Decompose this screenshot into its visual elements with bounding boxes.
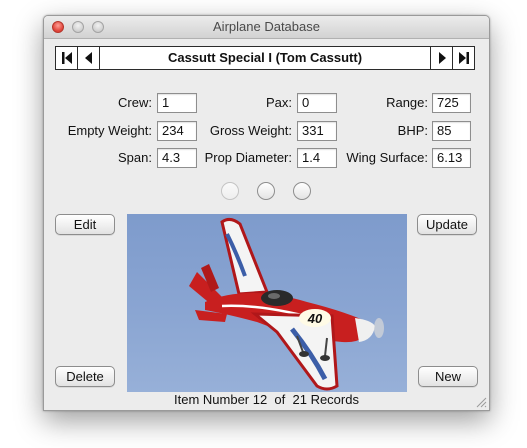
- gross-weight-label: Gross Weight:: [209, 123, 292, 138]
- resize-grip-icon[interactable]: [476, 397, 487, 408]
- gross-weight-field[interactable]: 331: [297, 121, 337, 141]
- edit-button[interactable]: Edit: [55, 214, 115, 235]
- radio-button-3[interactable]: [293, 182, 311, 200]
- prop-diameter-field[interactable]: 1.4: [297, 148, 337, 168]
- last-record-button[interactable]: [452, 47, 474, 69]
- first-record-button[interactable]: [56, 47, 78, 69]
- next-record-button[interactable]: [430, 47, 452, 69]
- bhp-field[interactable]: 85: [432, 121, 471, 141]
- empty-weight-field[interactable]: 234: [157, 121, 197, 141]
- play-left-icon: [84, 52, 92, 64]
- bhp-label: BHP:: [397, 123, 428, 138]
- title-bar[interactable]: Airplane Database: [44, 16, 489, 39]
- airplane-photo: 40: [127, 214, 407, 392]
- delete-button[interactable]: Delete: [55, 366, 115, 387]
- radio-button-2[interactable]: [257, 182, 275, 200]
- wing-surface-label: Wing Surface:: [346, 150, 428, 165]
- range-label: Range:: [386, 95, 428, 110]
- pax-field[interactable]: 0: [297, 93, 337, 113]
- record-count-status: Item Number 12 of 21 Records: [174, 392, 359, 407]
- update-button[interactable]: Update: [417, 214, 477, 235]
- record-title: Cassutt Special I (Tom Cassutt): [167, 50, 363, 65]
- span-field[interactable]: 4.3: [157, 148, 197, 168]
- crew-label: Crew:: [118, 95, 152, 110]
- record-navigation-bar: Cassutt Special I (Tom Cassutt): [55, 46, 475, 70]
- airplane-database-window: Airplane Database Cassutt Special I (Tom…: [43, 15, 490, 411]
- radio-button-1[interactable]: [221, 182, 239, 200]
- previous-record-button[interactable]: [78, 47, 100, 69]
- race-number: 40: [307, 311, 323, 326]
- wing-surface-field[interactable]: 6.13: [432, 148, 471, 168]
- prop-diameter-label: Prop Diameter:: [204, 150, 292, 165]
- empty-weight-label: Empty Weight:: [67, 123, 152, 138]
- pax-label: Pax:: [265, 95, 292, 110]
- span-label: Span:: [118, 150, 152, 165]
- range-field[interactable]: 725: [432, 93, 471, 113]
- aerobatic-racing-plane-image: 40: [189, 217, 384, 391]
- new-button[interactable]: New: [418, 366, 478, 387]
- crew-field[interactable]: 1: [157, 93, 197, 113]
- skip-to-last-icon: [458, 52, 469, 64]
- play-right-icon: [438, 52, 446, 64]
- window-title: Airplane Database: [213, 19, 320, 34]
- skip-to-first-icon: [61, 52, 72, 64]
